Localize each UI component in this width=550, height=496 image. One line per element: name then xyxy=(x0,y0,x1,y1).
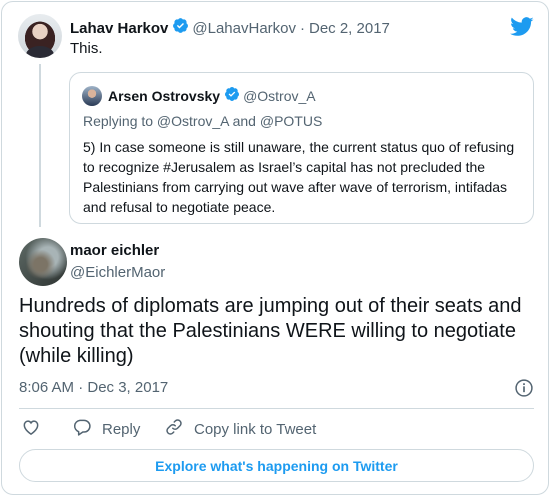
explore-twitter-button[interactable]: Explore what's happening on Twitter xyxy=(19,449,534,482)
main-tweet-text: Hundreds of diplomats are jumping out of… xyxy=(19,295,522,367)
quoted-author-name[interactable]: Arsen Ostrovsky xyxy=(108,88,220,104)
quoted-tweet-text: 5) In case someone is still unaware, the… xyxy=(83,139,515,215)
heart-icon xyxy=(21,417,51,441)
verified-badge-icon xyxy=(172,17,189,39)
info-icon[interactable] xyxy=(514,378,534,398)
copy-link-button[interactable]: Copy link to Tweet xyxy=(164,419,316,439)
verified-badge-icon xyxy=(224,86,240,107)
quoted-tweet-header: Arsen Ostrovsky @Ostrov_A xyxy=(108,86,316,106)
lahav-harkov-avatar[interactable] xyxy=(18,14,62,58)
reply-button[interactable]: Reply xyxy=(72,419,140,439)
tweet-embed-card: Lahav Harkov @LahavHarkov · Dec 2, 2017 … xyxy=(1,1,549,495)
parent-author-handle[interactable]: @LahavHarkov xyxy=(192,20,296,37)
twitter-bird-icon[interactable] xyxy=(510,16,534,38)
replying-to-line: Replying to @Ostrov_A and @POTUS xyxy=(83,113,323,129)
reply-label: Reply xyxy=(102,420,141,438)
arsen-ostrovsky-avatar[interactable] xyxy=(82,86,102,106)
parent-author-name[interactable]: Lahav Harkov xyxy=(70,20,168,37)
copy-link-label: Copy link to Tweet xyxy=(194,420,317,438)
separator-dot: · xyxy=(300,19,305,37)
parent-tweet-text: This. xyxy=(70,40,103,57)
reply-icon xyxy=(72,417,102,441)
thread-connector-line xyxy=(39,64,41,227)
main-author-name[interactable]: maor eichler xyxy=(70,242,159,259)
main-tweet-timestamp[interactable]: 8:06 AM · Dec 3, 2017 xyxy=(19,379,168,396)
quoted-author-handle[interactable]: @Ostrov_A xyxy=(243,88,316,104)
parent-tweet-header: Lahav Harkov @LahavHarkov · Dec 2, 2017 xyxy=(70,18,390,38)
link-icon xyxy=(164,417,194,441)
maor-eichler-avatar[interactable] xyxy=(19,238,67,286)
main-author-handle[interactable]: @EichlerMaor xyxy=(70,264,165,281)
divider xyxy=(19,408,534,409)
quoted-tweet[interactable]: Arsen Ostrovsky @Ostrov_A Replying to @O… xyxy=(69,72,534,224)
parent-tweet-date[interactable]: Dec 2, 2017 xyxy=(309,20,390,37)
like-button[interactable] xyxy=(21,419,51,439)
